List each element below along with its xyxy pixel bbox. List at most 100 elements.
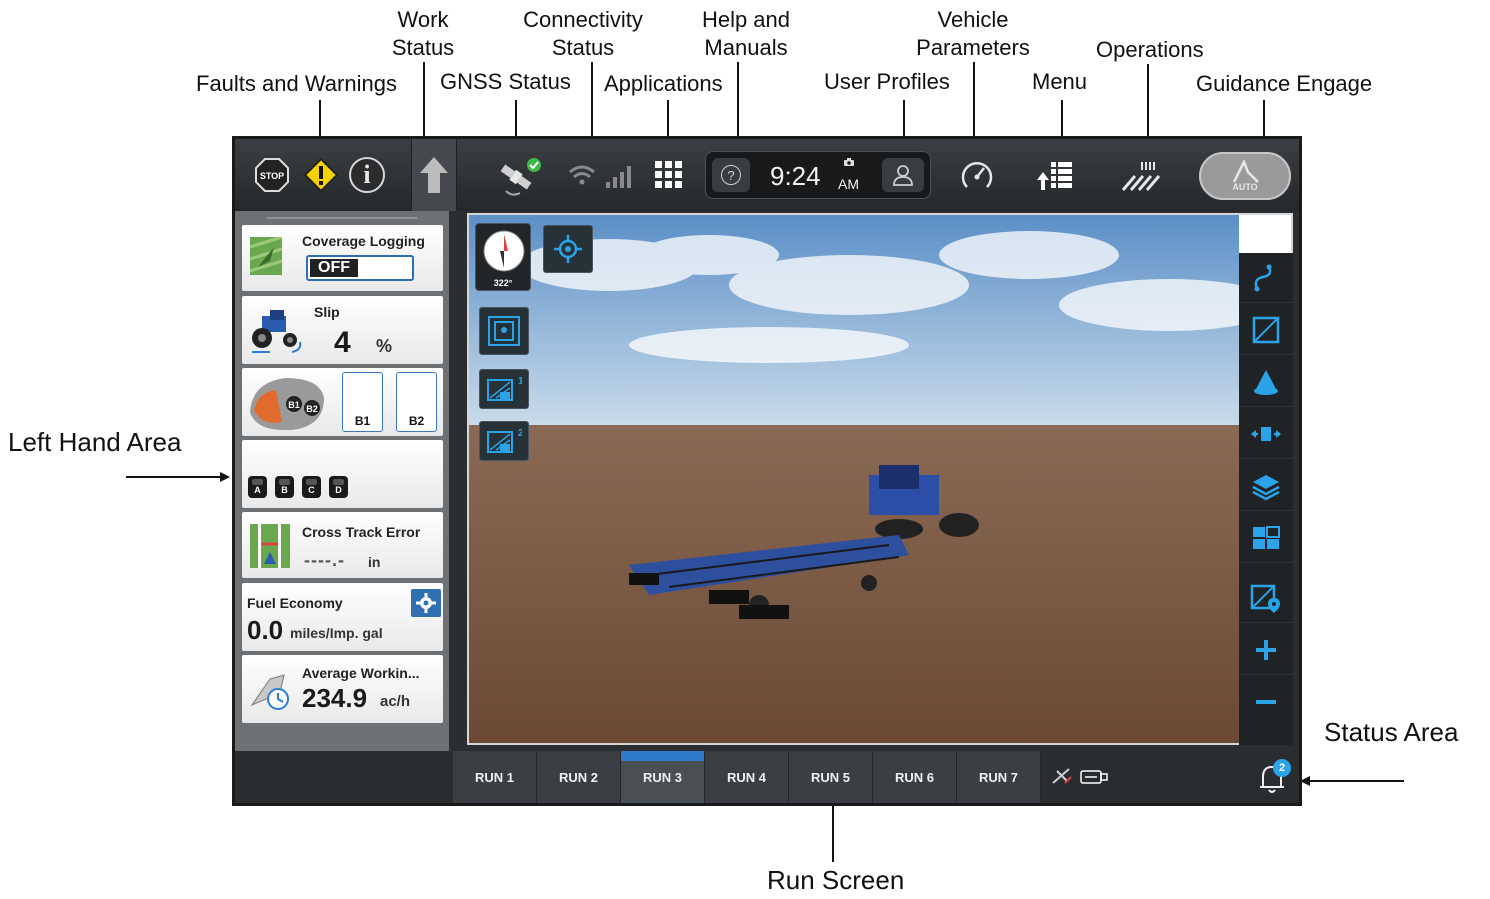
average-working-unit: ac/h — [380, 693, 411, 710]
no-connection-icon — [1052, 768, 1072, 784]
callout-user-profiles: User Profiles — [824, 69, 950, 94]
camera-view-2-button[interactable]: 2 — [479, 421, 529, 461]
handle-buttons-widget[interactable]: B1 B2 B1 B2 — [242, 368, 443, 436]
operations-icon — [1121, 162, 1161, 191]
clock-panel: ? 9:24 AM — [705, 151, 931, 199]
menu-button[interactable] — [1033, 149, 1077, 201]
cross-track-error-widget[interactable]: Cross Track Error ----.- in — [242, 512, 443, 578]
zoom-in-button[interactable] — [1239, 625, 1293, 675]
callout-connectivity-status: Connectivity Status — [523, 7, 643, 60]
status-bar: RUN 1 RUN 2 RUN 3 RUN 4 RUN 5 RUN 6 RUN … — [235, 751, 1299, 803]
compass-icon — [483, 230, 525, 272]
b2-label: B2 — [408, 414, 425, 428]
run-screen-corner — [1239, 215, 1291, 253]
boundary-button[interactable] — [1239, 305, 1293, 355]
camera-view-1-icon: 1 — [487, 376, 522, 401]
applications-button[interactable] — [649, 149, 689, 201]
gear-icon — [416, 593, 436, 613]
lha-scroll-handle-top[interactable] — [267, 217, 417, 219]
warning-icon — [303, 157, 339, 193]
coverage-logging-widget[interactable]: Coverage Logging OFF — [242, 225, 443, 291]
callout-gnss-status: GNSS Status — [440, 69, 571, 94]
stop-label: STOP — [260, 171, 284, 181]
callout-guidance-engage: Guidance Engage — [1196, 71, 1373, 96]
slip-title: Slip — [314, 304, 340, 320]
layout-button[interactable] — [1239, 513, 1293, 563]
tab-run-6[interactable]: RUN 6 — [873, 751, 957, 803]
slip-value: 4 — [334, 326, 351, 359]
b1-button[interactable]: B1 — [342, 372, 383, 432]
camera-view-2-icon: 2 — [487, 428, 522, 453]
gnss-status-button[interactable] — [491, 149, 547, 201]
curve-guidance-button[interactable] — [1239, 253, 1293, 303]
tractor-slip-icon — [252, 310, 302, 353]
satellite-icon — [500, 158, 541, 196]
usb-drive-icon — [1080, 770, 1108, 784]
faults-warnings-button[interactable] — [303, 157, 339, 193]
fuel-economy-widget[interactable]: Fuel Economy 0.0 miles/Imp. gal — [242, 583, 443, 651]
callout-operations: Operations — [1096, 37, 1204, 62]
help-icon: ? — [721, 165, 741, 185]
cross-track-icon — [250, 524, 290, 568]
camera-view-1-button[interactable]: 1 — [479, 369, 529, 409]
work-status-button[interactable] — [411, 139, 457, 211]
stop-icon: STOP — [255, 158, 289, 192]
abcd-keys-widget[interactable]: A B C D — [242, 440, 443, 508]
display-frame: STOP i ? 9:24 AM AUTO Coverage Logging O… — [232, 136, 1302, 806]
operations-button[interactable] — [1119, 149, 1163, 201]
guidance-engage-button[interactable]: AUTO — [1199, 152, 1291, 200]
connectivity-status-button[interactable] — [563, 149, 639, 201]
coverage-map-icon — [250, 237, 282, 275]
info-button[interactable]: i — [349, 157, 385, 193]
crosshair-icon — [554, 235, 582, 263]
stop-button[interactable]: STOP — [255, 158, 289, 192]
layers-button[interactable] — [1239, 461, 1293, 511]
run-screen-toolbar — [1239, 253, 1293, 745]
plus-icon — [1256, 639, 1276, 660]
tab-run-5[interactable]: RUN 5 — [789, 751, 873, 803]
tab-run-3[interactable]: RUN 3 — [621, 751, 705, 803]
run-screen[interactable]: 322° 1 — [467, 213, 1293, 745]
minus-icon — [1256, 700, 1276, 704]
zoom-out-button[interactable] — [1239, 677, 1293, 727]
callout-menu: Menu — [1032, 69, 1088, 94]
info-icon: i — [363, 160, 371, 189]
tab-run-1[interactable]: RUN 1 — [453, 751, 537, 803]
status-icons — [1052, 768, 1108, 784]
average-working-widget[interactable]: Average Workin... 234.9 ac/h — [242, 655, 443, 723]
wifi-icon — [569, 165, 631, 188]
average-working-value: 234.9 — [302, 683, 368, 713]
nudge-button[interactable] — [1239, 409, 1293, 459]
fuel-economy-title: Fuel Economy — [247, 595, 343, 611]
field-pin-icon — [1250, 584, 1280, 613]
tab-run-7[interactable]: RUN 7 — [957, 751, 1041, 803]
key-b[interactable]: B — [275, 476, 294, 498]
recenter-button[interactable] — [543, 225, 593, 273]
user-icon — [893, 165, 913, 186]
vehicle-parameters-button[interactable] — [957, 149, 997, 201]
tab-run-4[interactable]: RUN 4 — [705, 751, 789, 803]
coverage-logging-toggle[interactable]: OFF — [306, 255, 414, 281]
slip-widget[interactable]: Slip 4 % — [242, 296, 443, 364]
camera-icon — [844, 158, 854, 166]
fuel-settings-button[interactable] — [411, 589, 441, 617]
cross-track-title: Cross Track Error — [302, 524, 421, 540]
cross-track-unit: in — [368, 554, 381, 570]
implement-view-button[interactable] — [1239, 357, 1293, 407]
key-d[interactable]: D — [329, 476, 348, 498]
map-view-button[interactable] — [479, 307, 529, 355]
clock-ampm: AM — [838, 176, 859, 192]
key-a[interactable]: A — [248, 476, 267, 498]
callout-left-hand-area: Left Hand Area — [8, 427, 182, 457]
compass-button[interactable]: 322° — [475, 223, 531, 291]
camera-view-1-badge: 1 — [518, 376, 522, 387]
key-c[interactable]: C — [302, 476, 321, 498]
boundary-icon — [1252, 316, 1280, 343]
field-location-button[interactable] — [1239, 573, 1293, 623]
cone-icon — [1254, 369, 1278, 395]
user-profiles-button[interactable] — [882, 158, 924, 192]
b2-button[interactable]: B2 — [396, 372, 437, 432]
key-row: A B C D — [248, 476, 348, 498]
help-manuals-button[interactable]: ? — [712, 158, 750, 192]
tab-run-2[interactable]: RUN 2 — [537, 751, 621, 803]
